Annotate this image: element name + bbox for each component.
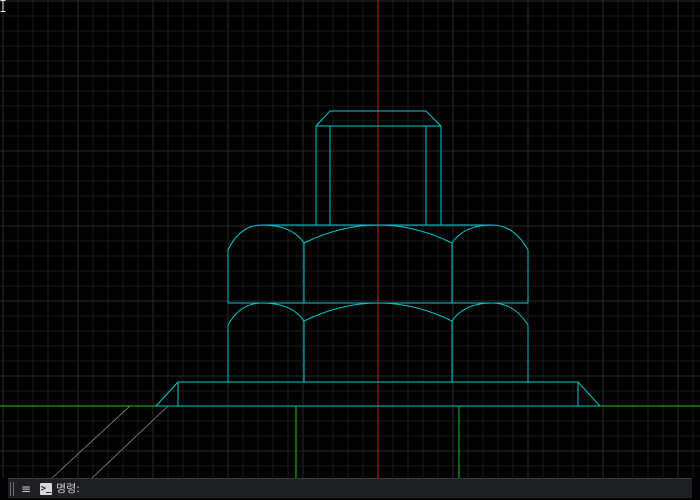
command-prompt-icon: >_: [40, 482, 52, 495]
command-input[interactable]: [83, 480, 688, 497]
ground-plane: [0, 405, 700, 478]
prompt-glyph: >_: [40, 483, 52, 494]
command-prompt-label: 명령:: [56, 481, 80, 495]
drawing-viewport[interactable]: ≡ >_ 명령:: [0, 0, 700, 500]
grip-handle[interactable]: [10, 481, 14, 496]
drawing-canvas[interactable]: [0, 0, 700, 500]
hamburger-menu-icon[interactable]: ≡: [18, 481, 34, 497]
construction-lines: [51, 405, 169, 479]
menu-glyph: ≡: [20, 481, 32, 496]
command-line-bar[interactable]: ≡ >_ 명령:: [8, 478, 692, 498]
